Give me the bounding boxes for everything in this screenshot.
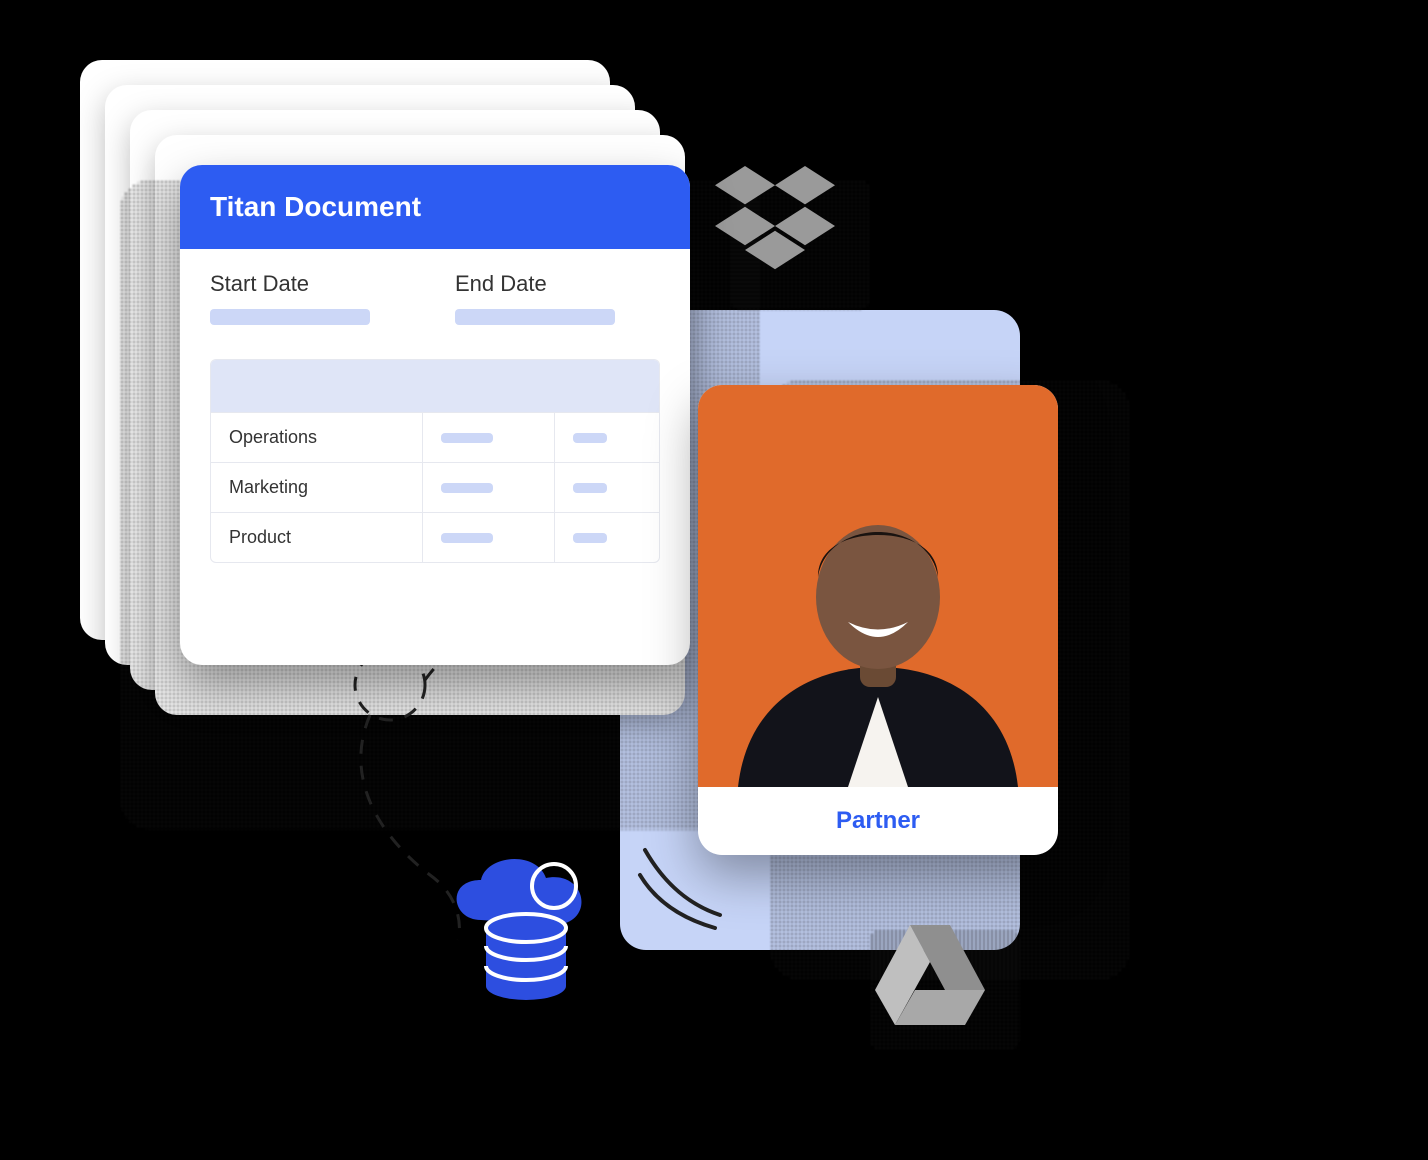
avatar	[698, 385, 1058, 787]
cloud-database-icon	[436, 850, 606, 1010]
row-value-placeholder	[554, 463, 659, 512]
start-date-label: Start Date	[210, 271, 415, 297]
row-label: Operations	[211, 413, 422, 462]
google-drive-icon	[870, 920, 990, 1030]
start-date-value-placeholder	[210, 309, 370, 325]
document-table: Operations Marketing Product	[210, 359, 660, 563]
start-date-field: Start Date	[210, 271, 415, 325]
document-title: Titan Document	[180, 165, 690, 249]
document-card: Titan Document Start Date End Date Opera…	[180, 165, 690, 665]
row-value-placeholder	[554, 513, 659, 562]
motion-lines-icon	[635, 840, 725, 930]
partner-caption: Partner	[698, 787, 1058, 855]
row-label: Marketing	[211, 463, 422, 512]
dropbox-icon	[715, 165, 835, 275]
table-header-row	[211, 360, 659, 412]
end-date-label: End Date	[455, 271, 660, 297]
row-label: Product	[211, 513, 422, 562]
row-value-placeholder	[422, 413, 554, 462]
table-row: Product	[211, 512, 659, 562]
end-date-value-placeholder	[455, 309, 615, 325]
row-value-placeholder	[422, 513, 554, 562]
table-row: Marketing	[211, 462, 659, 512]
partner-card: Partner	[698, 385, 1058, 855]
table-row: Operations	[211, 412, 659, 462]
person-silhouette-icon	[718, 487, 1038, 787]
row-value-placeholder	[554, 413, 659, 462]
row-value-placeholder	[422, 463, 554, 512]
end-date-field: End Date	[455, 271, 660, 325]
